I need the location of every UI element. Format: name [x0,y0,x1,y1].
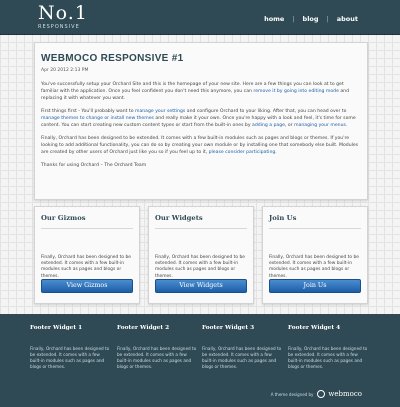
main-nav: home | blog | about [264,15,358,23]
managing-menus-link[interactable]: managing your menus. [294,123,347,128]
view-widgets-button[interactable]: View Widgets [155,279,247,293]
main-content-panel: WEBMOCO RESPONSIVE #1 Apr 20 2012 2:13 P… [34,42,368,200]
footer-widget: Footer Widget 2 Finally, Orchard has bee… [117,325,197,370]
widgets-box: Our Widgets Finally, Orchard has been de… [148,206,254,304]
credit-text: A theme designed by [270,391,314,397]
divider [269,228,361,229]
box-title: Our Widgets [155,214,203,222]
footer-widget-title: Footer Widget 3 [202,325,255,331]
logo-title: No.1 [38,2,88,24]
paragraph-text: and configure Orchard to your liking. Af… [185,109,347,114]
box-text: Finally, Orchard has been designed to be… [155,255,245,279]
gizmos-box: Our Gizmos Finally, Orchard has been des… [34,206,140,304]
logo-subtitle: RESPONSIVE [38,24,80,30]
participating-link[interactable]: please consider participating. [209,150,277,155]
paragraph-text: , or [285,123,295,128]
post-paragraph: You've successfully setup your Orchard S… [41,81,359,102]
credit-brand: webmoco [328,390,362,398]
nav-about[interactable]: about [337,15,358,23]
footer-widget-text: Finally, Orchard has been designed to be… [202,346,282,369]
footer-widget-text: Finally, Orchard has been designed to be… [30,346,110,369]
box-title: Join Us [269,214,297,222]
footer-widget-title: Footer Widget 4 [288,325,341,331]
divider [155,228,247,229]
paragraph-text: First things first - You'll probably wan… [41,109,135,114]
theme-credit[interactable]: A theme designed by webmoco [271,390,362,398]
footer-widget-title: Footer Widget 1 [30,325,83,331]
join-us-box: Join Us Finally, Orchard has been design… [262,206,368,304]
nav-separator: | [292,15,295,23]
divider [41,228,133,229]
nav-home[interactable]: home [264,15,284,23]
footer-widget-title: Footer Widget 2 [117,325,170,331]
manage-settings-link[interactable]: manage your settings [135,109,185,114]
post-paragraph: First things first - You'll probably wan… [41,108,359,129]
box-text: Finally, Orchard has been designed to be… [41,255,131,279]
footer-widget-text: Finally, Orchard has been designed to be… [117,346,197,369]
footer-widget: Footer Widget 1 Finally, Orchard has bee… [30,325,110,370]
site-logo[interactable]: No.1 RESPONSIVE [38,2,88,31]
site-header: No.1 RESPONSIVE home | blog | about [0,0,400,35]
view-gizmos-button[interactable]: View Gizmos [41,279,133,293]
box-title: Our Gizmos [41,214,86,222]
manage-themes-link[interactable]: manage themes to change or install new t… [41,116,154,121]
post-date: Apr 20 2012 2:13 PM [41,68,89,73]
adding-page-link[interactable]: adding a page [252,123,285,128]
remove-editing-link[interactable]: remove it by going into editing mode [253,89,339,94]
join-us-button[interactable]: Join Us [269,279,361,293]
footer-widget: Footer Widget 4 Finally, Orchard has bee… [288,325,368,370]
paragraph-text: Finally, Orchard has been designed to be… [41,136,359,155]
webmoco-logo-icon [317,390,326,398]
site-footer: Footer Widget 1 Finally, Orchard has bee… [0,314,400,407]
footer-widget: Footer Widget 3 Finally, Orchard has bee… [202,325,282,370]
post-signoff: Thanks for using Orchard – The Orchard T… [41,163,147,168]
box-text: Finally, Orchard has been designed to be… [269,255,359,279]
nav-blog[interactable]: blog [303,15,319,23]
post-paragraph: Finally, Orchard has been designed to be… [41,135,359,156]
post-title[interactable]: WEBMOCO RESPONSIVE #1 [41,53,359,64]
nav-separator: | [326,15,329,23]
footer-widget-text: Finally, Orchard has been designed to be… [288,346,368,369]
post-body: You've successfully setup your Orchard S… [41,81,359,169]
